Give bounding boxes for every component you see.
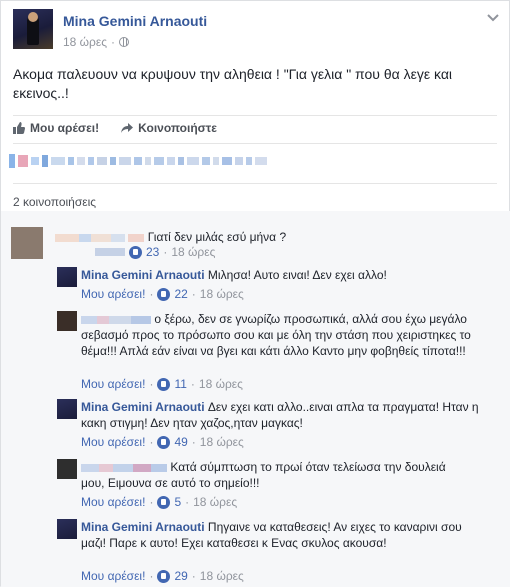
reply-time[interactable]: 18 ώρες bbox=[200, 569, 244, 583]
like-count[interactable]: 49 bbox=[174, 435, 187, 449]
chevron-down-icon[interactable] bbox=[487, 11, 499, 25]
shares-count[interactable]: 2 κοινοποιήσεις bbox=[13, 195, 96, 209]
like-count[interactable]: 22 bbox=[174, 287, 187, 301]
author-avatar[interactable] bbox=[13, 9, 53, 49]
reply-time[interactable]: 18 ώρες bbox=[200, 435, 244, 449]
like-count[interactable]: 5 bbox=[174, 495, 181, 509]
comment-footer: 23 · 18 ώρες bbox=[95, 245, 215, 259]
reply-footer: Μου αρέσει! · 11 · 18 ώρες bbox=[81, 377, 243, 391]
post-text: Ακομα παλευουν να κρυψουν την αληθεια ! … bbox=[13, 66, 453, 101]
share-arrow-icon bbox=[121, 123, 134, 133]
reply-author[interactable]: Mina Gemini Arnaouti bbox=[81, 400, 205, 414]
like-badge-icon bbox=[157, 495, 171, 509]
reply-avatar[interactable] bbox=[57, 519, 77, 539]
reply-avatar[interactable] bbox=[57, 399, 77, 419]
reply-footer: Μου αρέσει! · 22 · 18 ώρες bbox=[81, 287, 244, 301]
divider bbox=[13, 115, 497, 116]
pixelated-likers bbox=[9, 151, 409, 171]
reply-footer: Μου αρέσει! · 29 · 18 ώρες bbox=[81, 569, 244, 583]
reply-like-button[interactable]: Μου αρέσει! bbox=[81, 569, 145, 583]
author-name[interactable]: Mina Gemini Arnaouti bbox=[63, 13, 207, 29]
post-card: Mina Gemini Arnaouti 18 ώρες · Ακομα παλ… bbox=[0, 0, 510, 587]
post-time[interactable]: 18 ώρες bbox=[63, 35, 107, 49]
reply-like-button[interactable]: Μου αρέσει! bbox=[81, 495, 145, 509]
reply-text: Μιλησα! Αυτο ειναι! Δεν εχει αλλο! bbox=[207, 268, 387, 282]
thumbs-up-icon bbox=[13, 122, 25, 134]
like-badge-icon bbox=[157, 569, 171, 583]
share-button[interactable]: Κοινοποιήστε bbox=[121, 121, 217, 135]
reply-time[interactable]: 18 ώρες bbox=[200, 287, 244, 301]
post-actions: Μου αρέσει! Κοινοποιήστε bbox=[13, 121, 217, 135]
reply-body: Mina Gemini Arnaouti Δεν εχει κατι αλλο.… bbox=[81, 399, 501, 431]
like-count[interactable]: 11 bbox=[174, 377, 186, 391]
reply-body: Mina Gemini Arnaouti Μιλησα! Αυτο ειναι!… bbox=[81, 267, 501, 283]
like-count[interactable]: 29 bbox=[174, 569, 187, 583]
like-count[interactable]: 23 bbox=[146, 245, 159, 259]
reply-like-button[interactable]: Μου αρέσει! bbox=[81, 287, 145, 301]
like-badge-icon bbox=[157, 287, 171, 301]
reply-author[interactable]: Mina Gemini Arnaouti bbox=[81, 268, 205, 282]
post-header: Mina Gemini Arnaouti 18 ώρες · bbox=[13, 9, 207, 49]
reply-footer: Μου αρέσει! · 49 · 18 ώρες bbox=[81, 435, 244, 449]
share-label: Κοινοποιήστε bbox=[138, 121, 217, 135]
reply-body: ο ξέρω, δεν σε γνωρίζω προσωπικά, αλλά σ… bbox=[81, 311, 481, 359]
reply-footer: Μου αρέσει! · 5 · 18 ώρες bbox=[81, 495, 238, 509]
comment-text: Γιατί δεν μιλάς εσύ μήνα ? bbox=[147, 230, 287, 244]
reply-time[interactable]: 18 ώρες bbox=[199, 377, 243, 391]
reply-body: Mina Gemini Arnaouti Πηγαινε να καταθεσε… bbox=[81, 519, 481, 551]
like-button[interactable]: Μου αρέσει! bbox=[13, 121, 99, 135]
divider bbox=[13, 143, 497, 144]
divider bbox=[13, 183, 497, 184]
like-badge-icon bbox=[157, 435, 171, 449]
reply-body: Κατά σύμπτωση το πρωί όταν τελείωσα την … bbox=[81, 459, 471, 491]
reply-like-button[interactable]: Μου αρέσει! bbox=[81, 377, 145, 391]
reply-avatar[interactable] bbox=[57, 459, 77, 479]
like-label: Μου αρέσει! bbox=[30, 121, 100, 135]
like-badge-icon bbox=[157, 377, 171, 391]
reply-avatar[interactable] bbox=[57, 267, 77, 287]
comment-avatar[interactable] bbox=[11, 227, 43, 259]
reply-like-button[interactable]: Μου αρέσει! bbox=[81, 435, 145, 449]
comment-body: Γιατί δεν μιλάς εσύ μήνα ? bbox=[55, 229, 495, 245]
like-badge-icon bbox=[129, 245, 142, 259]
reply-time[interactable]: 18 ώρες bbox=[193, 495, 237, 509]
reply-author[interactable]: Mina Gemini Arnaouti bbox=[81, 520, 205, 534]
globe-icon bbox=[119, 37, 130, 47]
comment-time[interactable]: 18 ώρες bbox=[171, 245, 215, 259]
post-meta: 18 ώρες · bbox=[63, 35, 207, 49]
reply-avatar[interactable] bbox=[57, 311, 77, 331]
